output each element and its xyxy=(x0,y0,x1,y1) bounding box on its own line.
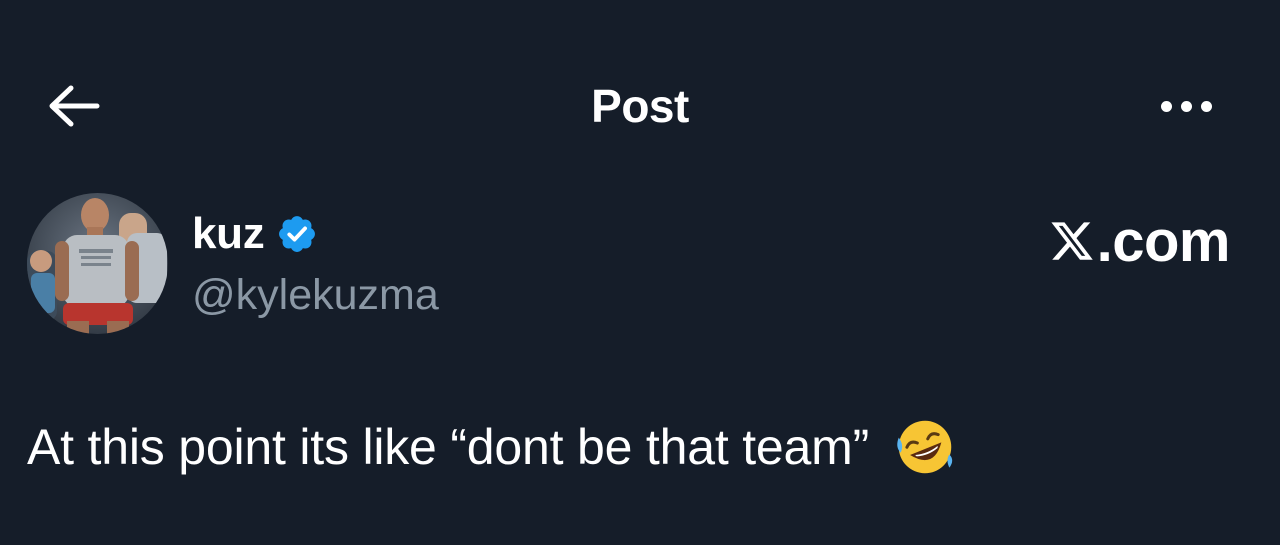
more-horizontal-icon-dot xyxy=(1180,100,1192,112)
author-name-row[interactable]: kuz xyxy=(192,206,318,262)
avatar[interactable] xyxy=(27,193,168,334)
more-horizontal-icon-dot xyxy=(1200,100,1212,112)
rolling-laughing-emoji-icon xyxy=(897,420,953,474)
more-options-button[interactable] xyxy=(1148,80,1224,132)
watermark-text: .com xyxy=(1096,208,1231,274)
more-horizontal-icon xyxy=(1160,100,1172,112)
author-handle[interactable]: @kylekuzma xyxy=(192,268,439,322)
x-logo-icon xyxy=(1051,222,1093,260)
watermark: .com xyxy=(1049,208,1231,274)
author-name: kuz xyxy=(192,209,265,258)
post-text: At this point its like “dont be that tea… xyxy=(27,414,955,480)
arrow-left-icon xyxy=(49,85,100,127)
back-button[interactable] xyxy=(40,78,106,134)
avatar-photo xyxy=(27,193,168,334)
page-title: Post xyxy=(591,80,689,132)
post-body: At this point its like “dont be that tea… xyxy=(27,419,870,475)
post-screen: Post kuz @kylekuzma .com At this point i… xyxy=(0,0,1280,545)
verified-badge-icon xyxy=(279,216,316,252)
